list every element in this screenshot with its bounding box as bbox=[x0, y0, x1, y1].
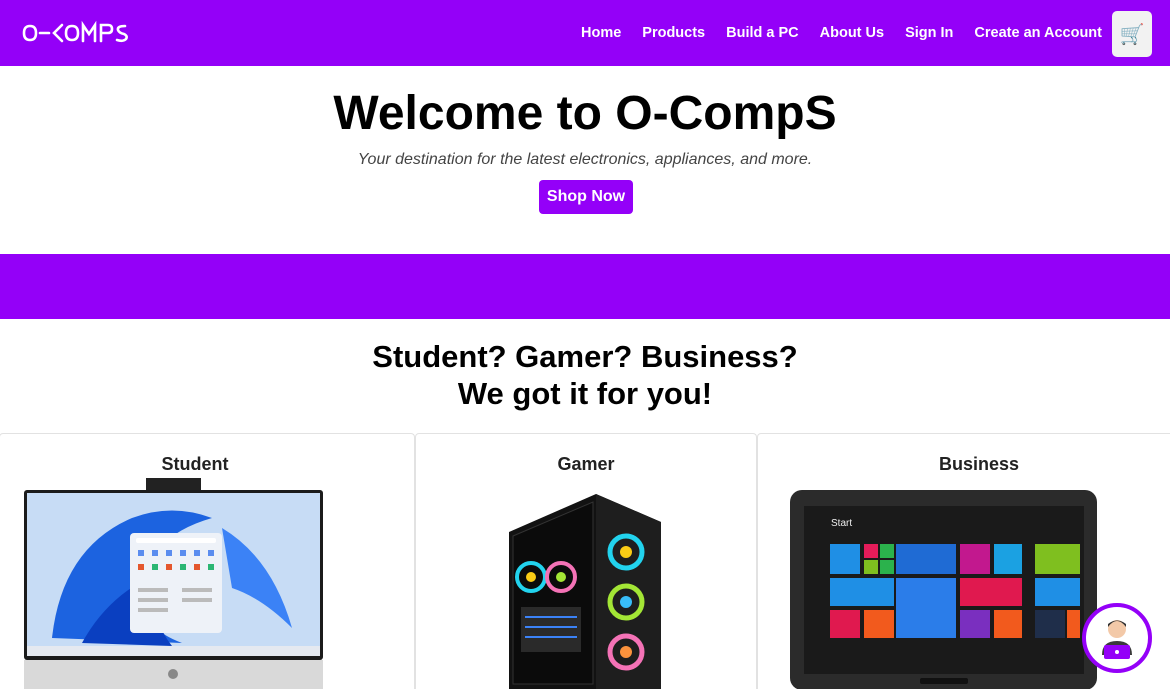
nav-sign-in[interactable]: Sign In bbox=[905, 25, 953, 41]
nav-home[interactable]: Home bbox=[581, 25, 621, 41]
nav-products[interactable]: Products bbox=[642, 25, 705, 41]
cart-button[interactable]: 🛒 bbox=[1112, 11, 1152, 57]
category-title: Business bbox=[938, 454, 1020, 474]
hero-title: Welcome to O-CompS bbox=[333, 87, 837, 140]
shop-now-button[interactable]: Shop Now bbox=[539, 180, 633, 214]
tagline-line-1: Student? Gamer? Business? bbox=[372, 339, 798, 374]
brand-logo[interactable] bbox=[22, 16, 140, 50]
category-card-gamer[interactable]: Gamer bbox=[415, 433, 757, 689]
all-in-one-pc-image bbox=[24, 478, 323, 689]
purple-banner bbox=[0, 254, 1170, 319]
nav-links: Home Products Build a PC About Us Sign I… bbox=[581, 0, 1102, 66]
category-card-student[interactable]: Student bbox=[0, 433, 415, 689]
category-title: Gamer bbox=[557, 454, 615, 474]
gaming-tower-image bbox=[509, 494, 661, 689]
support-agent-icon bbox=[1102, 620, 1132, 659]
chat-support-button[interactable] bbox=[1082, 603, 1152, 673]
svg-text:Start: Start bbox=[831, 518, 852, 529]
tagline: Student? Gamer? Business? We got it for … bbox=[0, 338, 1170, 412]
nav-build-pc[interactable]: Build a PC bbox=[726, 25, 799, 41]
category-title: Student bbox=[161, 454, 229, 474]
nav-create-account[interactable]: Create an Account bbox=[974, 25, 1102, 41]
top-navbar: Home Products Build a PC About Us Sign I… bbox=[0, 0, 1170, 66]
windows-tablet-image: Start bbox=[790, 490, 1097, 689]
tagline-line-2: We got it for you! bbox=[457, 376, 713, 411]
hero-subtitle: Your destination for the latest electron… bbox=[357, 151, 813, 168]
nav-about-us[interactable]: About Us bbox=[820, 25, 884, 41]
cart-icon: 🛒 bbox=[1119, 23, 1145, 46]
